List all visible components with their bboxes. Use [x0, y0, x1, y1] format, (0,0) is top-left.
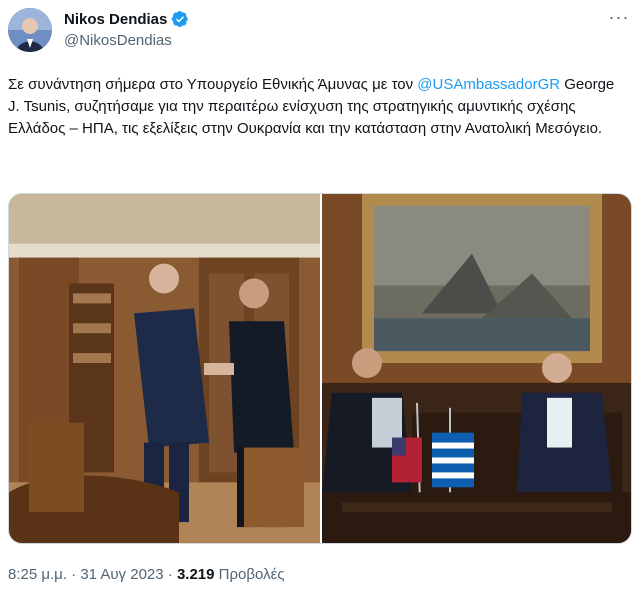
verified-badge-icon	[172, 10, 189, 28]
avatar[interactable]	[8, 8, 52, 52]
more-horizontal-icon[interactable]: ···	[608, 8, 630, 32]
tweet-time[interactable]: 8:25 μ.μ.	[8, 566, 67, 583]
photo-meeting-seated-icon	[322, 194, 631, 543]
photo-meeting-seated[interactable]	[322, 194, 631, 543]
photo-handshake-icon	[9, 194, 320, 543]
profile-avatar-icon	[8, 8, 52, 52]
tweet-date[interactable]: 31 Αυγ 2023	[80, 566, 163, 583]
media-grid	[8, 193, 632, 544]
tweet-meta: 8:25 μ.μ. · 31 Αυγ 2023 · 3.219 Προβολές	[8, 566, 284, 583]
author-name[interactable]: Nikos Dendias	[64, 11, 167, 28]
meta-separator: ·	[66, 566, 81, 583]
views-count: 3.219	[176, 566, 215, 583]
tweet-text-part1: Σε συνάντηση σήμερα στο Υπουργείο Εθνική…	[8, 76, 418, 93]
tweet-text: Σε συνάντηση σήμερα στο Υπουργείο Εθνική…	[8, 74, 628, 140]
photo-handshake[interactable]	[9, 194, 320, 543]
tweet-header: Nikos Dendias @NikosDendias ···	[0, 0, 640, 60]
mention-link[interactable]: @USAmbassadorGR	[417, 76, 560, 93]
meta-separator: ·	[163, 566, 177, 583]
views-label: Προβολές	[218, 566, 285, 583]
author-handle[interactable]: @NikosDendias	[64, 32, 172, 49]
